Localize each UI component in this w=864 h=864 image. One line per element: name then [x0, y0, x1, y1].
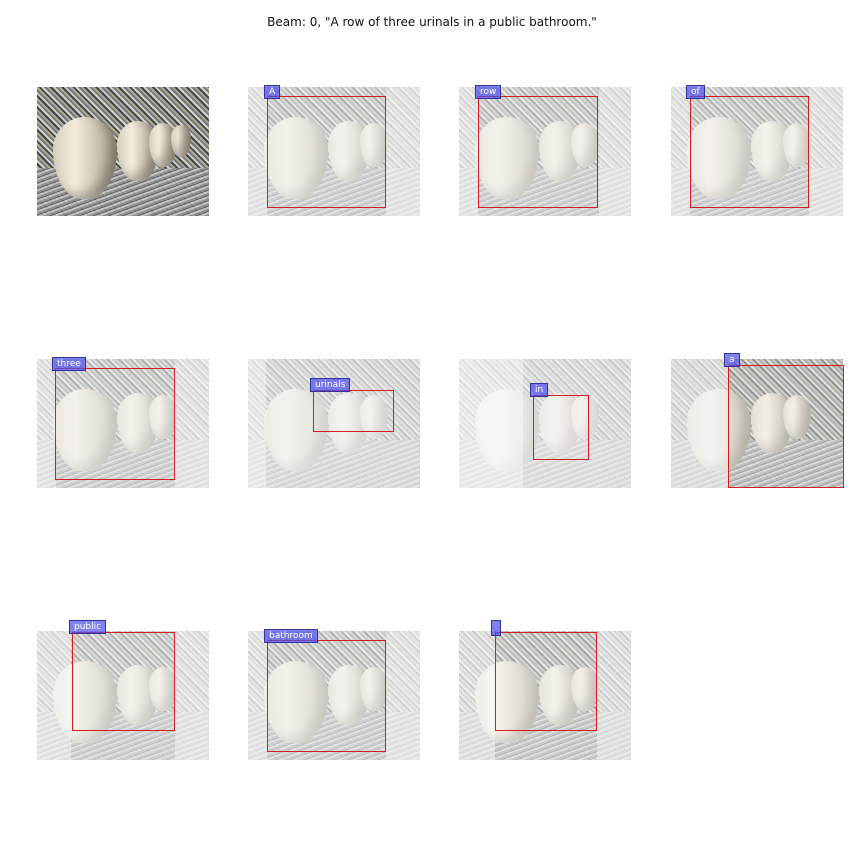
attention-box: [495, 632, 597, 731]
attention-box: [478, 96, 598, 208]
attention-patch: [599, 87, 631, 216]
attention-patch: [386, 87, 420, 216]
attention-patch: [175, 359, 209, 488]
word-label: row: [475, 85, 502, 99]
attention-patch: [671, 87, 690, 216]
word-label: bathroom: [264, 629, 318, 643]
attention-patch: [175, 631, 209, 760]
attention-patch: [386, 631, 420, 760]
attention-box: [533, 395, 589, 460]
word-label: in: [530, 383, 549, 397]
word-label: public: [69, 620, 107, 634]
attention-patch: [459, 87, 478, 216]
attention-patch: [459, 631, 495, 760]
attention-patch: [671, 359, 729, 488]
word-label: A: [264, 85, 281, 99]
attention-patch: [248, 359, 266, 488]
attention-box: [267, 640, 386, 752]
attention-box: [690, 96, 809, 208]
attention-patch: [248, 631, 267, 760]
word-label: [491, 620, 501, 636]
attention-patch: [459, 359, 523, 488]
figure-title: Beam: 0, "A row of three urinals in a pu…: [267, 15, 597, 29]
word-label: a: [724, 353, 740, 367]
attention-box: [313, 390, 394, 432]
attention-patch: [597, 631, 631, 760]
word-label: urinals: [310, 378, 351, 392]
attention-patch: [809, 87, 843, 216]
attention-box: [72, 632, 175, 731]
attention-box: [728, 365, 844, 488]
attention-patch: [248, 87, 267, 216]
word-label: of: [686, 85, 705, 99]
word-label: three: [52, 357, 86, 371]
original-image-panel: [37, 87, 209, 216]
attention-box: [55, 368, 175, 480]
attention-box: [267, 96, 386, 208]
attention-patch: [37, 359, 56, 488]
attention-patch: [37, 631, 71, 760]
